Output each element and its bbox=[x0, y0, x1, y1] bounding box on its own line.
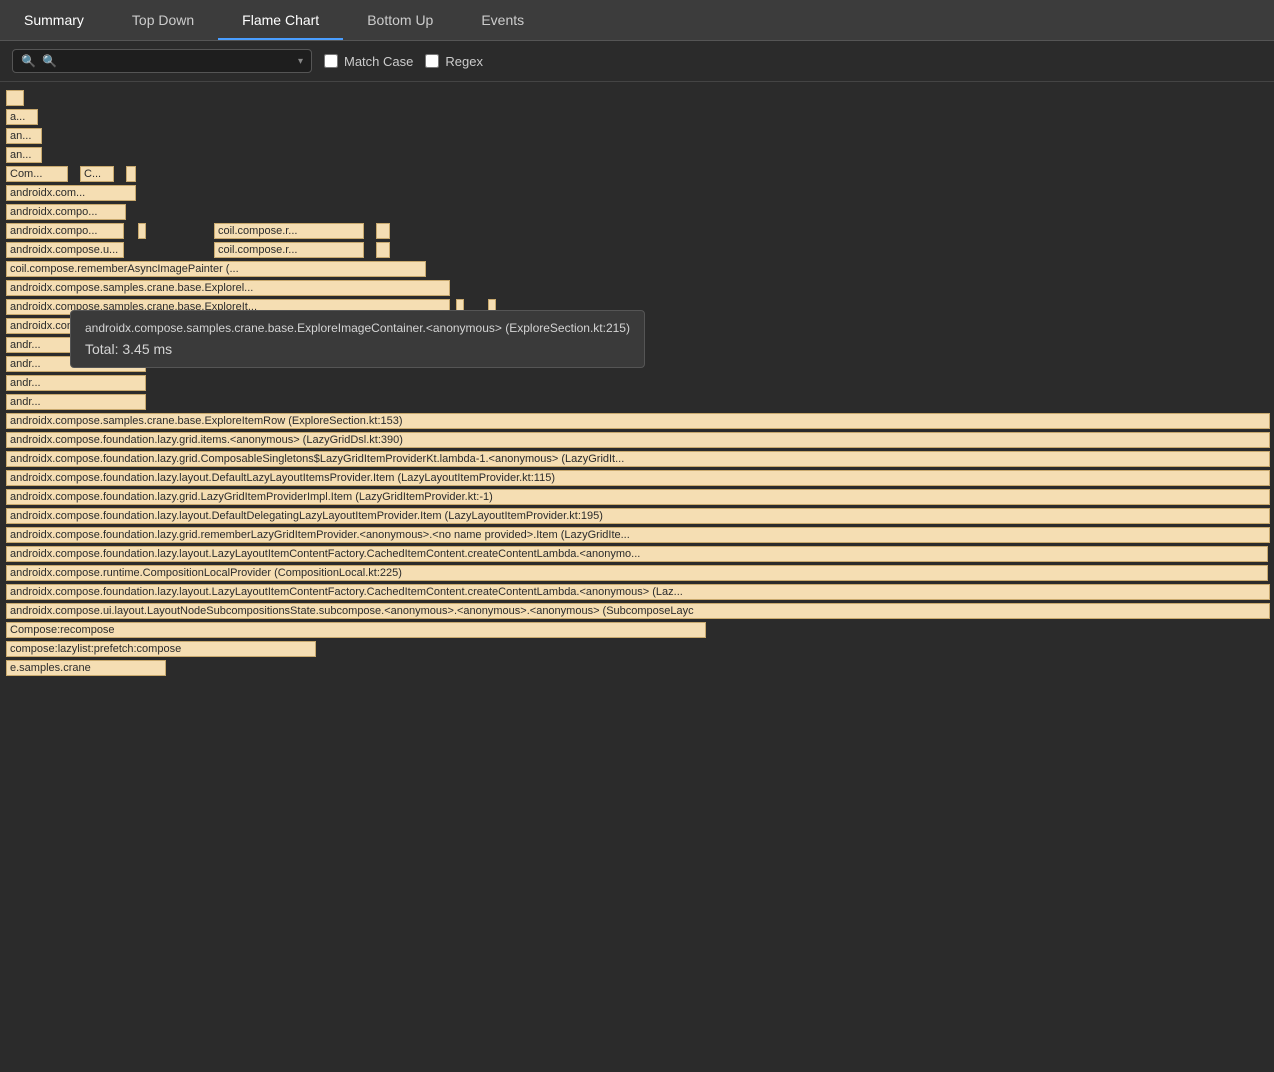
flame-bar[interactable]: Com... bbox=[6, 166, 68, 182]
flame-bar[interactable]: androidx.compose.u... bbox=[6, 242, 124, 258]
flame-bar[interactable]: androidx.compose.samples.crane.base.Expl… bbox=[6, 413, 1270, 429]
search-input[interactable] bbox=[42, 54, 292, 68]
flame-bar[interactable]: androidx.compose.foundation.lazy.layout.… bbox=[6, 546, 1268, 562]
flame-bar[interactable]: coil.compose.r... bbox=[214, 223, 364, 239]
flame-bar[interactable]: andr... bbox=[6, 375, 146, 391]
search-dropdown-icon[interactable]: ▾ bbox=[298, 56, 303, 67]
flame-bar[interactable]: androidx.compose.samples.crane.base.Expl… bbox=[6, 280, 450, 296]
search-icon: 🔍 bbox=[21, 54, 36, 68]
flame-bar[interactable]: an... bbox=[6, 128, 42, 144]
flame-bar[interactable] bbox=[376, 223, 390, 239]
flame-row: Com... C... bbox=[0, 166, 1274, 184]
tab-summary[interactable]: Summary bbox=[0, 0, 108, 40]
flame-row: an... bbox=[0, 128, 1274, 146]
flame-row: androidx.compose.foundation.lazy.grid.re… bbox=[0, 527, 1274, 545]
flame-bar[interactable] bbox=[376, 242, 390, 258]
flame-bar[interactable]: androidx.compose.foundation.lazy.grid.re… bbox=[6, 527, 1270, 543]
flame-row: andr... bbox=[0, 375, 1274, 393]
flame-bar[interactable]: coil.compose.r... bbox=[214, 242, 364, 258]
tooltip-total: Total: 3.45 ms bbox=[85, 341, 630, 357]
flame-row: androidx.compose.foundation.lazy.layout.… bbox=[0, 546, 1274, 564]
regex-checkbox[interactable] bbox=[425, 54, 439, 68]
flame-row: androidx.compose.foundation.lazy.grid.Co… bbox=[0, 451, 1274, 469]
tab-events[interactable]: Events bbox=[457, 0, 548, 40]
tab-bottom-up[interactable]: Bottom Up bbox=[343, 0, 457, 40]
flame-bar[interactable]: androidx.compose.foundation.lazy.grid.La… bbox=[6, 489, 1270, 505]
flame-bar[interactable]: a... bbox=[6, 109, 38, 125]
flame-bar[interactable]: andr... bbox=[6, 394, 146, 410]
match-case-checkbox[interactable] bbox=[324, 54, 338, 68]
flame-row: androidx.compose.runtime.CompositionLoca… bbox=[0, 565, 1274, 583]
flame-row: Compose:recompose bbox=[0, 622, 1274, 640]
flame-bar[interactable]: androidx.compose.foundation.lazy.grid.Co… bbox=[6, 451, 1270, 467]
flame-chart-area: a... an... an... Com... C... androidx.com... a… bbox=[0, 82, 1274, 687]
flame-row: androidx.com... bbox=[0, 185, 1274, 203]
flame-row: androidx.compo... bbox=[0, 204, 1274, 222]
tab-bar: Summary Top Down Flame Chart Bottom Up E… bbox=[0, 0, 1274, 41]
search-input-wrap[interactable]: 🔍 ▾ bbox=[12, 49, 312, 73]
flame-row bbox=[0, 90, 1274, 108]
flame-row: an... bbox=[0, 147, 1274, 165]
flame-bar[interactable]: androidx.compo... bbox=[6, 223, 124, 239]
flame-row: androidx.compose.u... coil.compose.r... bbox=[0, 242, 1274, 260]
flame-bar[interactable]: androidx.com... bbox=[6, 185, 136, 201]
flame-bar[interactable]: androidx.compose.foundation.lazy.grid.it… bbox=[6, 432, 1270, 448]
flame-bar[interactable]: compose:lazylist:prefetch:compose bbox=[6, 641, 316, 657]
flame-row: compose:lazylist:prefetch:compose bbox=[0, 641, 1274, 659]
tab-top-down[interactable]: Top Down bbox=[108, 0, 218, 40]
flame-row: androidx.compose.foundation.lazy.layout.… bbox=[0, 584, 1274, 602]
flame-row: androidx.compose.samples.crane.base.Expl… bbox=[0, 413, 1274, 431]
flame-row: a... bbox=[0, 109, 1274, 127]
flame-bar[interactable]: androidx.compose.runtime.CompositionLoca… bbox=[6, 565, 1268, 581]
flame-row: andr... bbox=[0, 394, 1274, 412]
flame-bar[interactable]: androidx.compose.foundation.lazy.layout.… bbox=[6, 470, 1270, 486]
flame-bar[interactable] bbox=[138, 223, 146, 239]
flame-row: androidx.compose.foundation.lazy.grid.it… bbox=[0, 432, 1274, 450]
flame-bar[interactable]: coil.compose.rememberAsyncImagePainter (… bbox=[6, 261, 426, 277]
regex-label[interactable]: Regex bbox=[425, 54, 483, 69]
flame-row: androidx.compose.ui.layout.LayoutNodeSub… bbox=[0, 603, 1274, 621]
flame-row: androidx.compose.foundation.lazy.layout.… bbox=[0, 470, 1274, 488]
regex-text: Regex bbox=[445, 54, 483, 69]
flame-bar[interactable]: e.samples.crane bbox=[6, 660, 166, 676]
flame-row: coil.compose.rememberAsyncImagePainter (… bbox=[0, 261, 1274, 279]
flame-row: androidx.compo... coil.compose.r... bbox=[0, 223, 1274, 241]
match-case-text: Match Case bbox=[344, 54, 413, 69]
flame-bar[interactable]: C... bbox=[80, 166, 114, 182]
flame-bar[interactable] bbox=[126, 166, 136, 182]
search-bar: 🔍 ▾ Match Case Regex bbox=[0, 41, 1274, 82]
flame-row: androidx.compose.samples.crane.base.Expl… bbox=[0, 280, 1274, 298]
flame-row: androidx.compose.foundation.lazy.grid.La… bbox=[0, 489, 1274, 507]
flame-bar[interactable]: Compose:recompose bbox=[6, 622, 706, 638]
tab-flame-chart[interactable]: Flame Chart bbox=[218, 0, 343, 40]
flame-bar[interactable]: androidx.compose.foundation.lazy.layout.… bbox=[6, 508, 1270, 524]
flame-row: androidx.compose.foundation.lazy.layout.… bbox=[0, 508, 1274, 526]
flame-row: e.samples.crane bbox=[0, 660, 1274, 678]
flame-bar[interactable]: androidx.compo... bbox=[6, 204, 126, 220]
flame-tooltip: androidx.compose.samples.crane.base.Expl… bbox=[70, 310, 645, 368]
flame-bar[interactable]: androidx.compose.foundation.lazy.layout.… bbox=[6, 584, 1270, 600]
flame-bar[interactable]: androidx.compose.ui.layout.LayoutNodeSub… bbox=[6, 603, 1270, 619]
tooltip-title: androidx.compose.samples.crane.base.Expl… bbox=[85, 321, 630, 335]
flame-bar[interactable]: an... bbox=[6, 147, 42, 163]
match-case-label[interactable]: Match Case bbox=[324, 54, 413, 69]
flame-bar[interactable] bbox=[6, 90, 24, 106]
